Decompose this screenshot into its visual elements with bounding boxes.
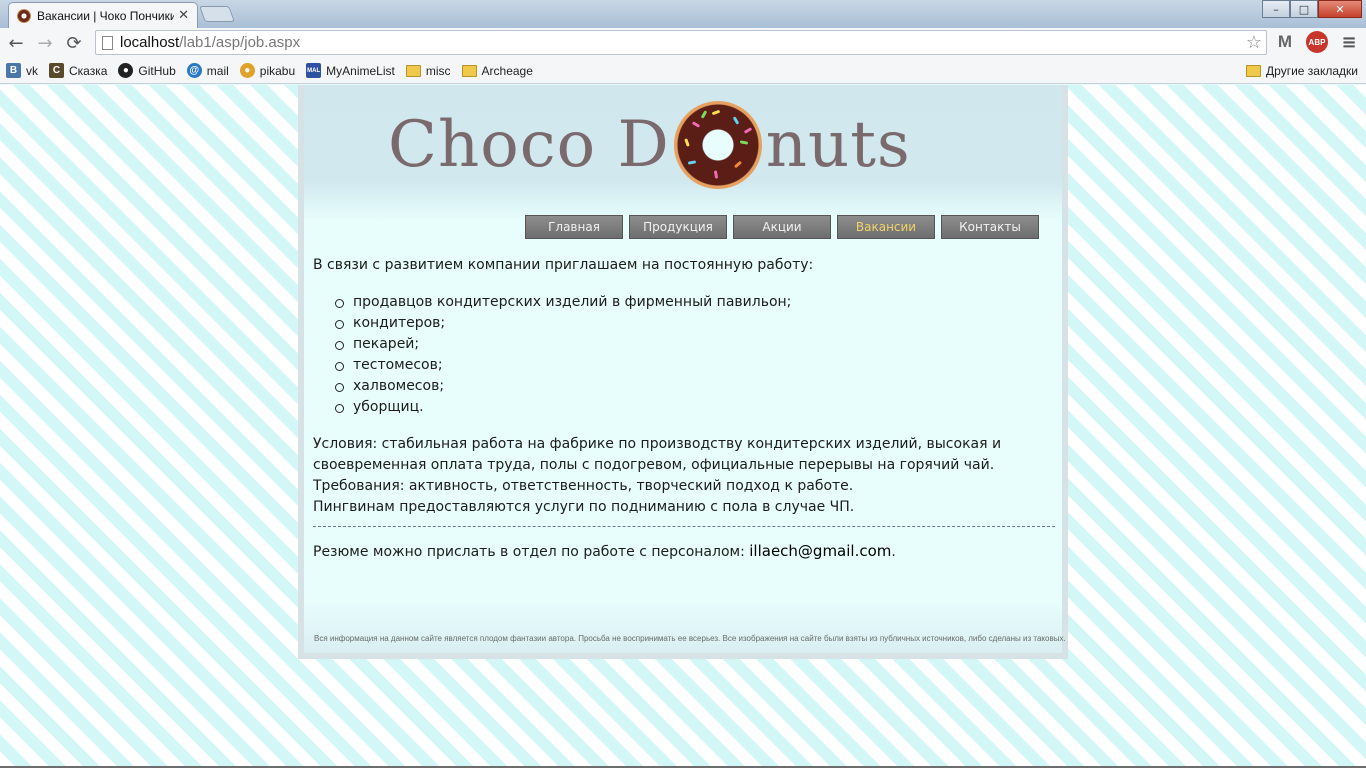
- sprinkle: [743, 127, 752, 134]
- tab-title: Вакансии | Чоко Пончики: [37, 8, 175, 23]
- mail-icon: @: [186, 63, 202, 78]
- maximize-button[interactable]: □: [1290, 0, 1318, 18]
- other-bookmarks-label: Другие закладки: [1266, 63, 1358, 78]
- site-header: Choco D nuts Главная Продукция Акции Вак…: [304, 85, 1062, 239]
- url-text: localhost/lab1/asp/job.aspx: [120, 34, 300, 51]
- sprinkle: [733, 160, 742, 169]
- sprinkle: [683, 138, 690, 147]
- sprinkle: [732, 116, 740, 125]
- resume-paragraph: Резюме можно прислать в отдел по работе …: [313, 541, 1055, 563]
- bookmark-label: MyAnimeList: [326, 63, 395, 78]
- sprinkle: [713, 170, 718, 179]
- other-bookmarks[interactable]: Другие закладки: [1246, 64, 1358, 78]
- list-item: тестомесов;: [335, 355, 1055, 376]
- list-item: пекарей;: [335, 334, 1055, 355]
- donut-favicon-icon: [17, 8, 31, 23]
- folder-icon: [461, 64, 477, 77]
- bookmark-label: pikabu: [259, 63, 296, 78]
- site-inner: Choco D nuts Главная Продукция Акции Вак…: [304, 85, 1066, 653]
- list-item: кондитеров;: [335, 313, 1055, 334]
- bookmark-label: vk: [26, 63, 38, 78]
- bookmark-folder-misc[interactable]: misc: [405, 63, 451, 78]
- intro-text: В связи с развитием компании приглашаем …: [313, 257, 814, 273]
- address-bar[interactable]: localhost/lab1/asp/job.aspx ☆: [95, 30, 1267, 55]
- nav-item-products[interactable]: Продукция: [629, 215, 727, 239]
- bookmark-github[interactable]: ● GitHub: [118, 63, 176, 78]
- new-tab-button[interactable]: [199, 6, 235, 22]
- bookmark-label: GitHub: [138, 63, 176, 78]
- email-link[interactable]: illaech@gmail.com: [749, 542, 891, 560]
- requirements-text: Требования: активность, ответственность,…: [313, 478, 854, 494]
- list-item: продавцов кондитерских изделий в фирменн…: [335, 292, 1055, 313]
- footer-area: [304, 601, 1062, 653]
- nav-item-promotions[interactable]: Акции: [733, 215, 831, 239]
- bookmark-folder-archeage[interactable]: Archeage: [461, 63, 533, 78]
- penguins-text: Пингвинам предоставляются услуги по подн…: [313, 499, 855, 515]
- footer-disclaimer: Вся информация на данном сайте является …: [314, 634, 1066, 643]
- tale-icon: С: [49, 63, 64, 78]
- site-logo[interactable]: Choco D nuts: [388, 99, 911, 191]
- url-path: /lab1/asp/job.aspx: [179, 34, 301, 51]
- nav-item-contacts[interactable]: Контакты: [941, 215, 1039, 239]
- conditions-line: Условия: стабильная работа на фабрике по…: [313, 436, 1002, 452]
- bookmark-skazka[interactable]: С Сказка: [49, 63, 107, 78]
- page-viewport: Choco D nuts Главная Продукция Акции Вак…: [0, 85, 1366, 768]
- bookmark-label: Archeage: [481, 63, 533, 78]
- vacancy-list: продавцов кондитерских изделий в фирменн…: [335, 292, 1055, 418]
- github-icon: ●: [118, 63, 134, 78]
- reload-button[interactable]: ⟳: [61, 30, 87, 56]
- bookmark-vk[interactable]: Вvk: [6, 63, 38, 78]
- close-tab-icon[interactable]: ✕: [178, 8, 189, 23]
- forward-button[interactable]: →: [32, 30, 58, 56]
- browser-toolbar: ← → ⟳ localhost/lab1/asp/job.aspx ☆: [0, 28, 1366, 58]
- bookmark-label: misc: [425, 63, 451, 78]
- sprinkle: [700, 110, 708, 119]
- main-nav: Главная Продукция Акции Вакансии Контакт…: [525, 215, 1039, 239]
- bookmark-mail[interactable]: @ mail: [186, 63, 229, 78]
- conditions-block: Условия: стабильная работа на фабрике по…: [313, 434, 1055, 518]
- nav-item-vacancies[interactable]: Вакансии: [837, 215, 935, 239]
- window-controls: – □ ✕: [1262, 0, 1362, 18]
- bookmark-label: mail: [206, 63, 229, 78]
- vk-icon: В: [6, 63, 21, 78]
- bookmark-star-icon[interactable]: ☆: [1246, 32, 1262, 53]
- gmail-extension-icon[interactable]: M: [1274, 31, 1296, 53]
- site-container: Choco D nuts Главная Продукция Акции Вак…: [298, 85, 1068, 659]
- back-button[interactable]: ←: [3, 30, 29, 56]
- sprinkle: [691, 121, 700, 128]
- sprinkle: [739, 140, 748, 145]
- sprinkle: [687, 160, 696, 165]
- resume-text: Резюме можно прислать в отдел по работе …: [313, 544, 750, 560]
- myanimelist-icon: MAL: [306, 63, 322, 78]
- sprinkle: [711, 109, 721, 116]
- main-content: В связи с развитием компании приглашаем …: [313, 255, 1055, 563]
- url-host: localhost: [120, 34, 180, 51]
- resume-end: .: [891, 544, 896, 560]
- bookmark-label: Сказка: [69, 63, 108, 78]
- dashed-divider: [313, 526, 1055, 527]
- list-item: уборщиц.: [335, 397, 1055, 418]
- minimize-button[interactable]: –: [1262, 0, 1290, 18]
- page-icon: [102, 35, 113, 50]
- list-item: халвомесов;: [335, 376, 1055, 397]
- logo-text-right: nuts: [765, 108, 911, 182]
- folder-icon: [1246, 64, 1262, 77]
- browser-tab[interactable]: Вакансии | Чоко Пончики ✕: [8, 2, 198, 28]
- conditions-line: своевременная оплата труда, полы с подог…: [313, 457, 995, 473]
- pikabu-icon: ●: [239, 63, 255, 78]
- bookmark-pikabu[interactable]: ● pikabu: [239, 63, 296, 78]
- bookmarks-bar: Вvk С Сказка ● GitHub @ mail ● pikabu MAL MyA…: [0, 58, 1366, 84]
- chrome-menu-icon[interactable]: ≡: [1338, 31, 1360, 53]
- nav-item-home[interactable]: Главная: [525, 215, 623, 239]
- adblock-plus-icon[interactable]: ABP: [1306, 31, 1328, 53]
- folder-icon: [405, 64, 421, 77]
- logo-text-left: Choco D: [388, 108, 670, 182]
- donut-icon: [673, 101, 762, 189]
- bookmark-myanimelist[interactable]: MAL MyAnimeList: [306, 63, 395, 78]
- browser-titlebar: Вакансии | Чоко Пончики ✕ – □ ✕: [0, 0, 1366, 28]
- close-window-button[interactable]: ✕: [1318, 0, 1362, 18]
